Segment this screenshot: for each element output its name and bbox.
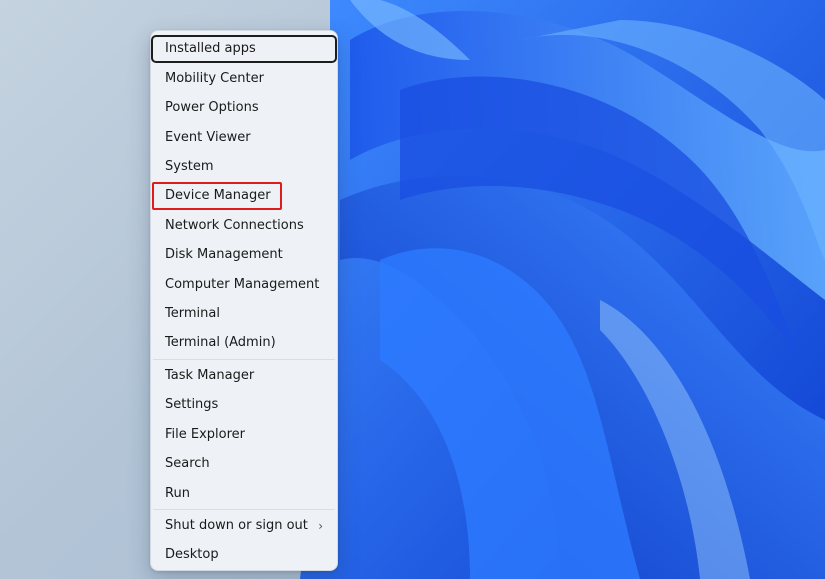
menu-item-power-options[interactable]: Power Options bbox=[153, 94, 335, 122]
menu-item-shut-down-or-sign-out[interactable]: Shut down or sign out › bbox=[153, 512, 335, 540]
menu-item-network-connections[interactable]: Network Connections bbox=[153, 212, 335, 240]
menu-item-label: Shut down or sign out bbox=[165, 518, 308, 533]
menu-item-task-manager[interactable]: Task Manager bbox=[153, 362, 335, 390]
winx-context-menu: Installed apps Mobility Center Power Opt… bbox=[150, 30, 338, 571]
menu-item-terminal[interactable]: Terminal bbox=[153, 300, 335, 328]
menu-item-desktop[interactable]: Desktop bbox=[153, 541, 335, 569]
menu-separator bbox=[153, 509, 335, 510]
menu-item-mobility-center[interactable]: Mobility Center bbox=[153, 65, 335, 93]
menu-item-run[interactable]: Run bbox=[153, 480, 335, 508]
menu-item-event-viewer[interactable]: Event Viewer bbox=[153, 124, 335, 152]
menu-item-file-explorer[interactable]: File Explorer bbox=[153, 421, 335, 449]
menu-item-system[interactable]: System bbox=[153, 153, 335, 181]
menu-item-computer-management[interactable]: Computer Management bbox=[153, 271, 335, 299]
chevron-right-icon: › bbox=[318, 519, 323, 533]
menu-item-search[interactable]: Search bbox=[153, 450, 335, 478]
menu-item-settings[interactable]: Settings bbox=[153, 391, 335, 419]
menu-item-installed-apps[interactable]: Installed apps bbox=[151, 35, 337, 63]
menu-item-terminal-admin[interactable]: Terminal (Admin) bbox=[153, 329, 335, 357]
menu-item-device-manager[interactable]: Device Manager bbox=[152, 182, 282, 210]
desktop-background bbox=[0, 0, 825, 579]
menu-item-disk-management[interactable]: Disk Management bbox=[153, 241, 335, 269]
menu-separator bbox=[153, 359, 335, 360]
windows-bloom-wallpaper bbox=[300, 0, 825, 579]
